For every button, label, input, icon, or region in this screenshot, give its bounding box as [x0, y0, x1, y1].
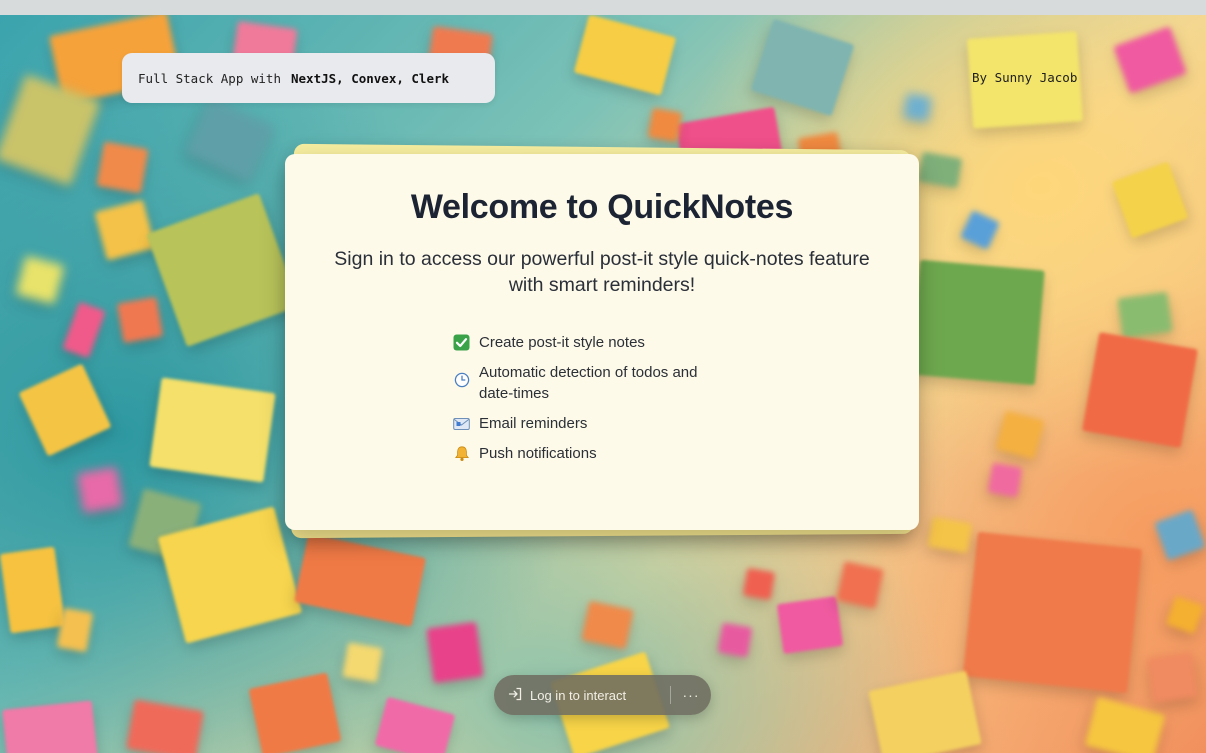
welcome-subtitle: Sign in to access our powerful post-it s…: [334, 248, 870, 296]
background-note: [96, 141, 149, 194]
background-note: [2, 700, 98, 753]
background-note: [776, 596, 844, 654]
background-note: [1082, 332, 1198, 448]
background-note: [927, 516, 973, 554]
background-note: [742, 567, 776, 601]
background-note: [1147, 652, 1198, 703]
login-bar: Log in to interact ···: [494, 675, 711, 715]
sign-in-icon: [508, 687, 523, 704]
background-note: [1111, 161, 1189, 239]
background-note: [960, 210, 1000, 250]
clock-icon: [453, 371, 470, 388]
background-note: [917, 151, 963, 189]
tech-stack-chip: Full Stack App with NextJS, Convex, Cler…: [122, 53, 495, 103]
browser-top-strip: [0, 0, 1206, 15]
feature-text: Push notifications: [479, 445, 597, 462]
background-note: [185, 98, 275, 182]
feature-text: Email reminders: [479, 415, 588, 432]
background-note: [116, 296, 164, 344]
background-note: [146, 193, 300, 347]
background-note: [995, 410, 1045, 460]
bell-icon: [453, 445, 470, 462]
background-note: [910, 259, 1045, 386]
background-note: [126, 699, 204, 753]
background-note: [1165, 595, 1205, 635]
login-button[interactable]: Log in to interact: [494, 675, 670, 715]
background-note: [750, 18, 855, 117]
background-note: [56, 607, 94, 653]
background-note: [1113, 26, 1187, 94]
check-mark-icon: [453, 334, 470, 351]
feature-item: Push notifications: [453, 443, 753, 464]
background-note: [294, 533, 426, 627]
background-note: [1084, 696, 1166, 753]
background-note: [94, 199, 156, 261]
background-note: [1154, 509, 1206, 561]
feature-text: Create post-it style notes: [479, 334, 645, 351]
login-label: Log in to interact: [530, 687, 627, 703]
background-note: [647, 107, 683, 143]
background-note: [868, 670, 982, 753]
feature-item: Email reminders: [453, 413, 753, 434]
background-note: [717, 622, 753, 658]
background-note: [374, 696, 456, 753]
page-title: Welcome to QuickNotes: [410, 188, 794, 226]
background-note: [0, 546, 66, 634]
background-note: [903, 93, 932, 122]
tech-stack-prefix: Full Stack App with: [138, 70, 281, 86]
background-note: [62, 301, 106, 359]
feature-item: Automatic detection of todos and date-ti…: [453, 362, 753, 404]
background-note: [836, 561, 884, 609]
background-note: [248, 672, 342, 753]
background-note: [342, 642, 383, 683]
welcome-card: Welcome to QuickNotes Sign in to access …: [285, 154, 919, 530]
background-note: [962, 531, 1143, 694]
background-note: [987, 462, 1023, 498]
author-byline: By Sunny Jacob: [972, 70, 1078, 85]
more-options-button[interactable]: ···: [671, 675, 711, 715]
envelope-icon: [453, 415, 470, 432]
background-note: [15, 255, 65, 305]
background-note: [18, 363, 112, 457]
feature-item: Create post-it style notes: [453, 332, 753, 353]
background-note: [149, 377, 276, 483]
background-note: [76, 466, 124, 514]
feature-text: Automatic detection of todos and date-ti…: [479, 364, 698, 402]
background-note: [1117, 291, 1173, 339]
background-note: [581, 600, 634, 650]
background-note: [426, 621, 484, 684]
feature-list: Create post-it style notes Automatic det…: [453, 332, 753, 473]
background-note: [573, 15, 677, 96]
tech-stack-names: NextJS, Convex, Clerk: [291, 70, 450, 86]
